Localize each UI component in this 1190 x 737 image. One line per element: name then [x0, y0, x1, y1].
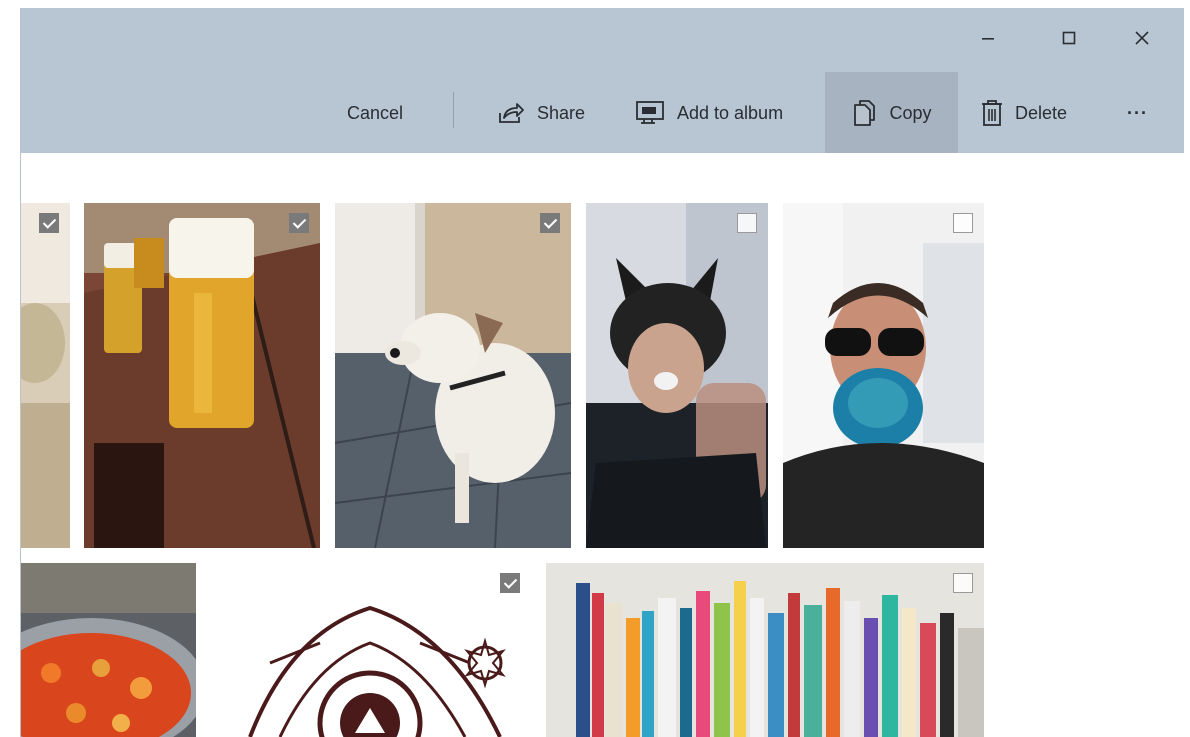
share-label: Share [537, 102, 586, 123]
photo-tile[interactable] [546, 563, 984, 737]
delete-label: Delete [1015, 102, 1068, 123]
close-icon [1135, 31, 1149, 45]
copy-button[interactable]: Copy [825, 72, 958, 154]
selection-checkbox[interactable] [289, 213, 309, 233]
minimize-icon [982, 38, 994, 40]
photo-thumbnail [84, 203, 320, 548]
add-to-album-button[interactable]: Add to album [635, 72, 783, 154]
photo-tile[interactable] [335, 203, 571, 548]
album-icon [635, 100, 665, 126]
trash-icon [981, 99, 1003, 127]
selection-checkbox[interactable] [953, 573, 973, 593]
photo-thumbnail [210, 563, 531, 737]
photos-app-window: Cancel Share Add to album Copy Delete ··… [20, 8, 1184, 737]
share-icon [497, 101, 525, 125]
photo-tile[interactable] [21, 563, 196, 737]
photo-tile[interactable] [210, 563, 531, 737]
copy-label: Copy [889, 102, 932, 123]
photo-thumbnail [21, 563, 196, 737]
photo-thumbnail [546, 563, 984, 737]
selection-checkbox[interactable] [39, 213, 59, 233]
cancel-label: Cancel [347, 102, 404, 123]
share-button[interactable]: Share [497, 72, 585, 154]
selection-checkbox[interactable] [500, 573, 520, 593]
selection-checkbox[interactable] [540, 213, 560, 233]
selection-checkbox[interactable] [953, 213, 973, 233]
photo-tile[interactable] [21, 203, 70, 548]
cancel-button[interactable]: Cancel [347, 72, 403, 154]
photo-tile[interactable] [586, 203, 768, 548]
more-icon: ··· [1127, 102, 1148, 123]
copy-icon [851, 99, 877, 127]
top-strip [0, 0, 1190, 8]
delete-button[interactable]: Delete [981, 72, 1067, 154]
photo-tile[interactable] [84, 203, 320, 548]
toolbar-divider [453, 92, 454, 128]
photo-thumbnail [586, 203, 768, 548]
selection-checkbox[interactable] [737, 213, 757, 233]
photo-tile[interactable] [783, 203, 984, 548]
maximize-icon [1062, 31, 1076, 45]
minimize-button[interactable] [965, 18, 1011, 58]
more-options-button[interactable]: ··· [1127, 72, 1148, 154]
photo-thumbnail [21, 203, 70, 548]
close-button[interactable] [1119, 18, 1165, 58]
title-bar: Cancel Share Add to album Copy Delete ··… [21, 8, 1184, 154]
add-to-album-label: Add to album [677, 102, 784, 123]
maximize-button[interactable] [1046, 18, 1092, 58]
photo-grid [21, 153, 1184, 737]
photo-thumbnail [783, 203, 984, 548]
photo-thumbnail [335, 203, 571, 548]
